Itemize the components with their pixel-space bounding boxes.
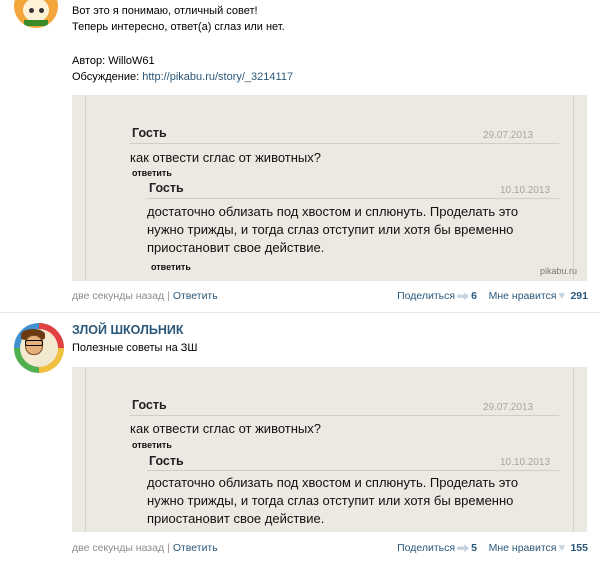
watermark: pikabu.ru xyxy=(540,266,578,276)
like-button[interactable]: Мне нравится ♥ 291 xyxy=(489,290,588,302)
heart-icon: ♥ xyxy=(558,541,565,554)
share-count: 6 xyxy=(471,290,477,302)
post-image[interactable]: Гость 29.07.2013 как отвести сглас от жи… xyxy=(72,95,587,281)
comment-date: 29.07.2013 xyxy=(483,402,534,413)
share-button[interactable]: Поделиться 6 xyxy=(397,290,477,302)
like-button[interactable]: Мне нравится ♥ 155 xyxy=(489,542,588,554)
reply-reply-link: ответить xyxy=(151,262,191,272)
discussion-label: Обсуждение: xyxy=(72,71,140,83)
comment-date: 29.07.2013 xyxy=(483,130,534,141)
share-button[interactable]: Поделиться 5 xyxy=(397,542,477,554)
post-author-credit: Автор: WilloW61 xyxy=(72,55,155,67)
author-avatar[interactable] xyxy=(14,323,64,373)
post-footer: две секунды назад | Ответить Поделиться 6 М… xyxy=(72,289,588,302)
post-time[interactable]: две секунды назад xyxy=(72,542,164,554)
post-subtitle: Полезные советы на ЗШ xyxy=(72,342,198,354)
megaphone-icon xyxy=(457,544,470,553)
comment-text: как отвести сглас от животных? xyxy=(130,421,321,436)
discussion-link[interactable]: http://pikabu.ru/story/_3214117 xyxy=(142,71,293,83)
like-count: 291 xyxy=(570,290,588,302)
reply-author: Гость xyxy=(149,181,184,195)
like-count: 155 xyxy=(570,542,588,554)
reply-text: достаточно облизать под хвостом и сплюну… xyxy=(147,475,519,526)
reply-button[interactable]: Ответить xyxy=(173,290,218,302)
reply-button[interactable]: Ответить xyxy=(173,542,218,554)
reply-author: Гость xyxy=(149,454,184,468)
post-divider xyxy=(0,312,600,313)
share-count: 5 xyxy=(471,542,477,554)
comment-text: как отвести сглас от животных? xyxy=(130,150,321,165)
post-text-line-1: Вот это я понимаю, отличный совет! xyxy=(72,5,258,17)
megaphone-icon xyxy=(457,292,470,301)
comment-author: Гость xyxy=(132,126,167,140)
post-discussion: Обсуждение: http://pikabu.ru/story/_3214… xyxy=(72,70,293,84)
heart-icon: ♥ xyxy=(558,289,565,302)
author-avatar[interactable] xyxy=(14,0,58,28)
post-text-line-2: Теперь интересно, ответ(а) сглаз или нет… xyxy=(72,21,285,33)
author-name[interactable]: ЗЛОЙ ШКОЛЬНИК xyxy=(72,323,183,337)
post-time[interactable]: две секунды назад xyxy=(72,290,164,302)
reply-date: 10.10.2013 xyxy=(500,457,551,468)
comment-reply-link: ответить xyxy=(132,440,172,450)
reply-date: 10.10.2013 xyxy=(500,185,551,196)
reply-text: достаточно облизать под хвостом и сплюну… xyxy=(147,204,519,255)
comment-author: Гость xyxy=(132,398,167,412)
comment-reply-link: ответить xyxy=(132,168,172,178)
post-footer: две секунды назад | Ответить Поделиться 5 М… xyxy=(72,541,588,554)
post-image[interactable]: Гость 29.07.2013 как отвести сглас от жи… xyxy=(72,367,587,532)
